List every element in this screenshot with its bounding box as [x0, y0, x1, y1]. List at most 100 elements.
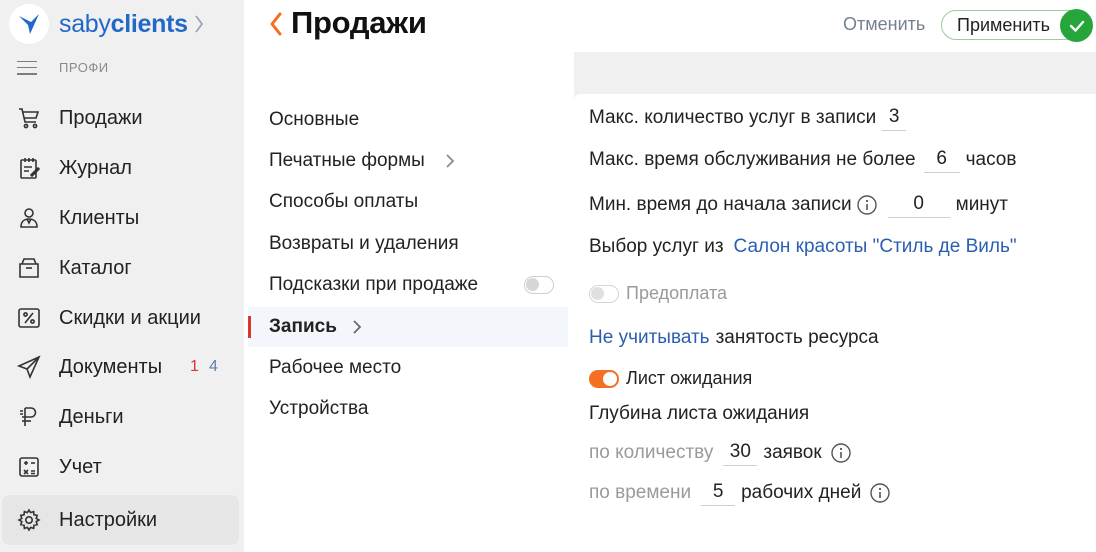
- settings-tab-workplace[interactable]: Рабочее место: [248, 348, 568, 388]
- waitlist-row: Лист ожидания: [589, 368, 752, 389]
- info-icon[interactable]: [869, 482, 891, 504]
- brand-logo-icon: [9, 4, 49, 44]
- sidebar-item-label: Каталог: [59, 256, 132, 279]
- resource-row: Не учитывать занятость ресурса: [589, 327, 879, 349]
- menu-item-label: Возвраты и удаления: [269, 233, 459, 254]
- menu-item-label: Рабочее место: [269, 357, 402, 378]
- brand-logo[interactable]: sabyclients: [9, 4, 204, 44]
- waitlist-depth-title: Глубина листа ожидания: [589, 403, 809, 425]
- journal-icon: [20, 158, 41, 179]
- plan-row: ПРОФИ: [17, 60, 109, 75]
- checkmark-icon: [1060, 9, 1093, 42]
- min-time-before-unit: минут: [955, 193, 1008, 215]
- cancel-button[interactable]: Отменить: [843, 14, 925, 35]
- menu-item-label: Печатные формы: [269, 150, 425, 171]
- prepayment-row: Предоплата: [589, 283, 727, 304]
- menu-item-label: Основные: [269, 109, 360, 130]
- hamburger-menu-icon[interactable]: [17, 60, 37, 75]
- accounting-icon: [19, 457, 39, 477]
- sidebar-item-money[interactable]: Деньги: [0, 392, 240, 442]
- services-source-link[interactable]: Салон красоты "Стиль де Виль": [734, 236, 1017, 258]
- by-time-unit: рабочих дней: [741, 481, 862, 503]
- chevron-right-icon: [353, 320, 362, 334]
- discount-icon: [18, 308, 40, 328]
- waitlist-depth-label: Глубина листа ожидания: [589, 403, 810, 424]
- max-services-label: Макс. количество услуг в записи: [589, 106, 877, 128]
- min-time-before-label: Мин. время до начала записи: [589, 193, 852, 215]
- apply-button[interactable]: Применить: [941, 9, 1093, 42]
- menu-item-label: Устройства: [269, 398, 369, 419]
- services-source-row: Выбор услуг из Салон красоты "Стиль де В…: [589, 236, 1017, 258]
- max-service-time-label: Макс. время обслуживания не более: [589, 148, 916, 170]
- settings-tab-sale-hints[interactable]: Подсказки при продаже: [248, 265, 568, 305]
- back-arrow-icon[interactable]: [258, 4, 292, 42]
- apply-button-label: Применить: [957, 14, 1051, 35]
- cart-icon: [19, 108, 40, 129]
- app-sidebar: sabyclients ПРОФИ Продажи Журнал Клиенты…: [0, 0, 244, 552]
- settings-tab-payment-methods[interactable]: Способы оплаты: [248, 182, 568, 222]
- max-service-time-unit: часов: [965, 148, 1017, 170]
- sidebar-item-discounts[interactable]: Скидки и акции: [0, 293, 240, 343]
- by-time-input[interactable]: 5: [701, 479, 736, 506]
- sidebar-item-documents[interactable]: Документы 1 4: [0, 342, 240, 392]
- max-service-time-input[interactable]: 6: [923, 146, 960, 173]
- sidebar-item-catalog[interactable]: Каталог: [0, 243, 240, 293]
- min-time-before-input[interactable]: 0: [887, 191, 950, 218]
- resource-mode-link[interactable]: Не учитывать: [589, 327, 710, 349]
- sidebar-item-label: Журнал: [59, 156, 132, 179]
- waitlist-toggle[interactable]: [589, 369, 619, 388]
- waitlist-label: Лист ожидания: [626, 368, 753, 388]
- by-count-unit: заявок: [763, 441, 822, 463]
- menu-item-label: Запись: [269, 316, 337, 337]
- page-title: Продажи: [291, 5, 427, 40]
- sidebar-item-label: Деньги: [59, 405, 124, 428]
- settings-tab-general[interactable]: Основные: [248, 100, 568, 140]
- sidebar-item-label: Настройки: [59, 508, 158, 531]
- settings-tab-print-forms[interactable]: Печатные формы: [248, 141, 568, 181]
- services-source-label: Выбор услуг из: [589, 236, 724, 257]
- chevron-right-icon: [446, 154, 455, 168]
- total-count-badge: 4: [209, 358, 218, 375]
- prepayment-label: Предоплата: [626, 283, 727, 303]
- plan-label: ПРОФИ: [59, 60, 109, 75]
- resource-label: занятость ресурса: [715, 327, 879, 348]
- sidebar-item-label: Продажи: [59, 106, 143, 129]
- settings-tab-returns[interactable]: Возвраты и удаления: [248, 224, 568, 264]
- waitlist-by-count-row: по количеству 30 заявок: [589, 439, 856, 466]
- sidebar-item-label: Клиенты: [59, 206, 140, 229]
- info-icon[interactable]: [830, 442, 852, 464]
- by-time-label: по времени: [589, 481, 692, 503]
- min-time-before-row: Мин. время до начала записи 0 минут: [589, 191, 1008, 218]
- send-icon: [17, 355, 41, 379]
- clients-icon: [20, 208, 38, 228]
- chevron-right-icon: [194, 15, 203, 33]
- active-tab-marker: [248, 316, 251, 338]
- settings-menu: Основные Печатные формы Способы оплаты В…: [244, 52, 574, 552]
- settings-tab-booking[interactable]: Запись: [248, 307, 568, 347]
- sidebar-item-journal[interactable]: Журнал: [0, 143, 240, 193]
- by-count-input[interactable]: 30: [723, 439, 758, 466]
- unread-count-badge: 1: [190, 358, 199, 375]
- sidebar-item-clients[interactable]: Клиенты: [0, 193, 240, 243]
- sidebar-item-settings[interactable]: Настройки: [2, 495, 239, 545]
- menu-item-label: Способы оплаты: [269, 191, 419, 212]
- settings-tab-devices[interactable]: Устройства: [248, 389, 568, 429]
- waitlist-by-time-row: по времени 5 рабочих дней: [589, 479, 895, 506]
- max-service-time-row: Макс. время обслуживания не более 6 часо…: [589, 146, 1016, 173]
- max-services-row: Макс. количество услуг в записи 3: [589, 104, 912, 131]
- sidebar-item-label: Скидки и акции: [59, 306, 201, 329]
- brand-name: sabyclients: [59, 10, 188, 38]
- sale-hints-toggle[interactable]: [524, 276, 554, 294]
- gear-icon: [17, 508, 41, 532]
- info-icon[interactable]: [856, 194, 878, 216]
- prepayment-toggle[interactable]: [589, 284, 619, 303]
- catalog-icon: [19, 258, 39, 278]
- booking-settings-panel: Макс. количество услуг в записи 3 Макс. …: [574, 94, 1096, 552]
- max-services-input[interactable]: 3: [882, 104, 907, 131]
- sidebar-item-sales[interactable]: Продажи: [0, 93, 240, 143]
- ruble-icon: [20, 407, 37, 426]
- sidebar-item-label: Документы: [59, 355, 163, 378]
- sidebar-item-accounting[interactable]: Учет: [0, 442, 240, 492]
- menu-item-label: Подсказки при продаже: [269, 274, 479, 295]
- by-count-label: по количеству: [589, 441, 714, 463]
